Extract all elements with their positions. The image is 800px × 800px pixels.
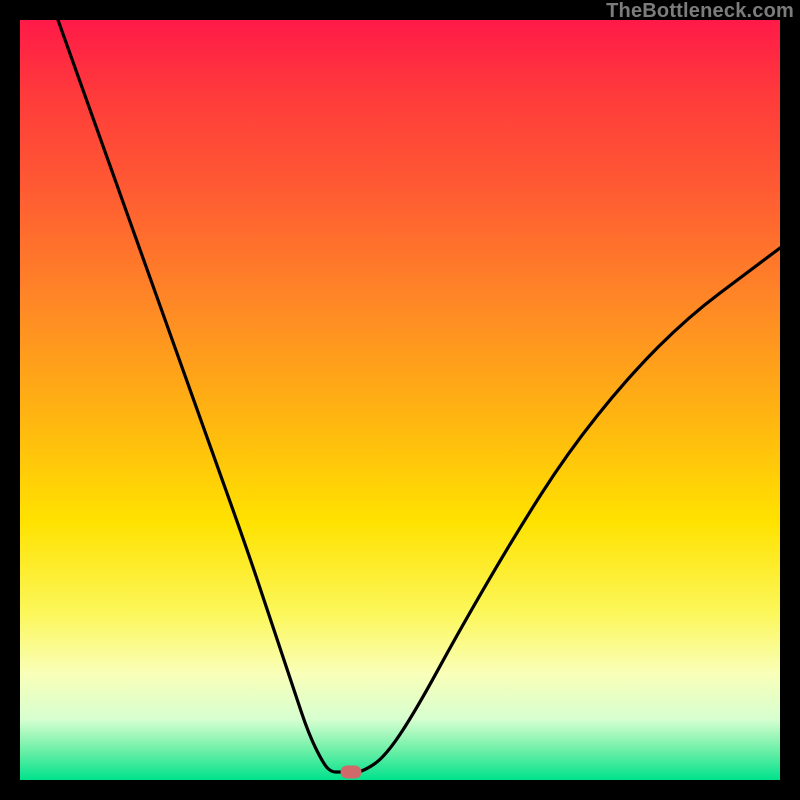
plot-area bbox=[20, 20, 780, 780]
chart-frame: TheBottleneck.com bbox=[0, 0, 800, 800]
bottleneck-curve bbox=[20, 20, 780, 780]
optimal-point-marker bbox=[340, 766, 361, 779]
